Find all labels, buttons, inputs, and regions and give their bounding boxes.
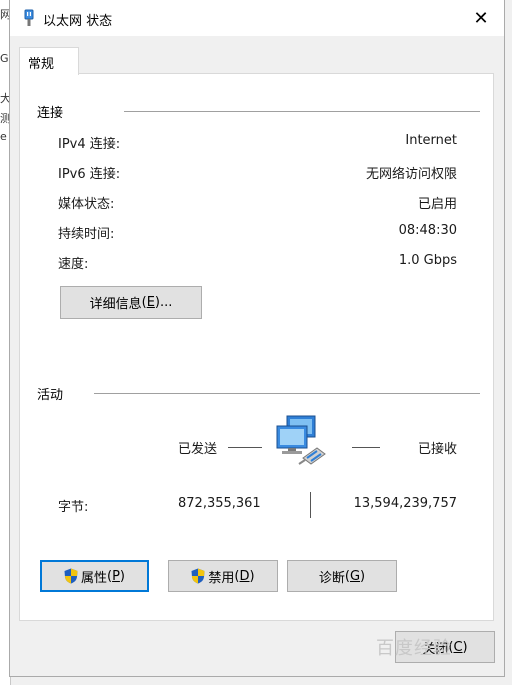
ipv4-label: IPv4 连接: (58, 137, 121, 152)
details-accel: E (146, 295, 155, 310)
background-text: e (0, 130, 7, 143)
details-suffix: ... (159, 295, 173, 310)
disable-label: 禁用 (208, 570, 235, 586)
sent-dash (228, 447, 262, 448)
ethernet-status-dialog: 以太网 状态 ✕ 常规 连接 IPv4 连接: Internet IPv6 连接… (9, 0, 505, 677)
properties-button[interactable]: 属性(P) (40, 560, 149, 592)
shield-icon (64, 568, 78, 584)
bytes-sent-value: 872,355,361 (178, 496, 261, 511)
ethernet-plug-icon (24, 9, 34, 26)
ipv6-label: IPv6 连接: (58, 167, 121, 182)
diagnose-button[interactable]: 诊断(G) (287, 560, 397, 592)
group-divider (94, 393, 480, 394)
speed-value: 1.0 Gbps (398, 253, 457, 268)
duration-value: 08:48:30 (398, 223, 457, 238)
close-accel: C (453, 639, 463, 655)
network-computers-icon (276, 415, 326, 465)
watermark: 百度经验 (376, 638, 452, 659)
close-icon: ✕ (473, 7, 489, 29)
diagnose-label: 诊断 (318, 570, 345, 586)
media-state-value: 已启用 (417, 197, 457, 212)
details-button-label: 详细信息 (89, 297, 142, 312)
duration-label: 持续时间: (58, 227, 115, 242)
group-label-connection: 连接 (37, 106, 64, 121)
bytes-label: 字节: (58, 500, 89, 515)
disable-button[interactable]: 禁用(D) (168, 560, 278, 592)
sent-label: 已发送 (178, 442, 218, 457)
group-label-activity: 活动 (37, 388, 64, 403)
disable-accel: D (239, 568, 250, 584)
ipv4-value: Internet (405, 133, 457, 148)
received-dash (352, 447, 380, 448)
general-panel: 连接 IPv4 连接: Internet IPv6 连接: 无网络访问权限 媒体… (19, 73, 494, 621)
ipv6-value: 无网络访问权限 (365, 167, 457, 182)
shield-icon (191, 568, 205, 584)
close-window-button[interactable]: ✕ (458, 0, 504, 36)
diagnose-accel: G (349, 568, 361, 584)
background-text: G (0, 52, 9, 65)
title-bar: 以太网 状态 ✕ (10, 0, 504, 36)
bytes-received-value: 13,594,239,757 (353, 496, 457, 511)
properties-label: 属性 (80, 570, 107, 586)
bytes-separator (310, 492, 311, 518)
properties-accel: P (112, 568, 120, 584)
media-state-label: 媒体状态: (58, 197, 115, 212)
details-button[interactable]: 详细信息(E)... (60, 286, 202, 319)
tab-label: 常规 (28, 57, 55, 72)
speed-label: 速度: (58, 257, 89, 272)
received-label: 已接收 (417, 442, 457, 457)
group-divider (124, 111, 480, 112)
window-title: 以太网 状态 (43, 14, 113, 29)
tab-general[interactable]: 常规 (19, 47, 79, 75)
